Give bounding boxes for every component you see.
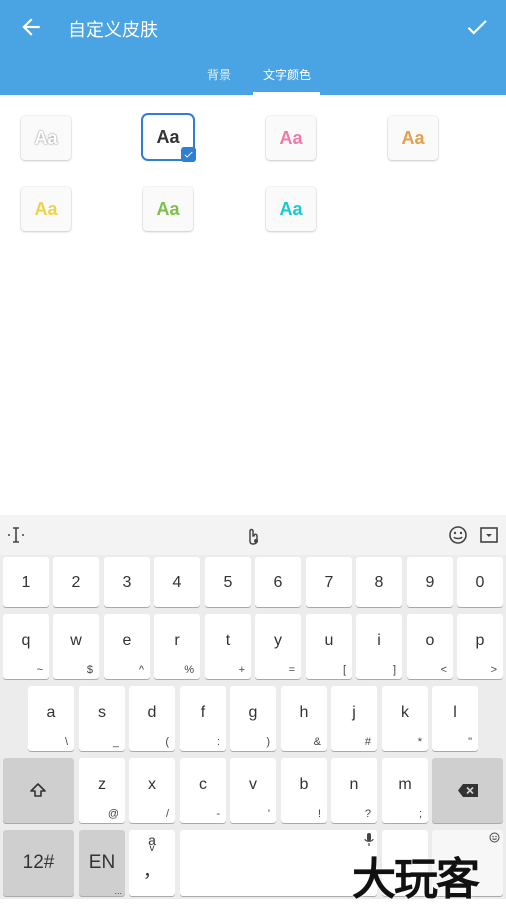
tab-bar: 背景 文字颜色 — [0, 60, 506, 95]
key-n[interactable]: n? — [331, 758, 377, 823]
key-y[interactable]: y = — [255, 614, 301, 679]
key-x[interactable]: x / — [129, 758, 175, 823]
key-l[interactable]: l " — [432, 686, 478, 751]
key-5[interactable]: 5 — [205, 557, 251, 607]
key-j[interactable]: j # — [331, 686, 377, 751]
key-h[interactable]: h & — [281, 686, 327, 751]
swatch-pink[interactable]: Aa — [266, 116, 316, 160]
swatch-cyan[interactable]: Aa — [266, 187, 316, 231]
language-key[interactable]: EN ... — [79, 830, 125, 896]
swatch-white[interactable]: Aa — [21, 116, 71, 160]
handwriting-icon[interactable] — [242, 524, 264, 546]
emoji-corner-icon — [489, 832, 500, 843]
color-swatch-grid: Aa Aa Aa Aa Aa Aa Aa — [0, 95, 506, 515]
key-p[interactable]: p > — [457, 614, 503, 679]
page-title: 自定义皮肤 — [68, 20, 158, 41]
key-k[interactable]: k * — [382, 686, 428, 751]
key-s[interactable]: s _ — [79, 686, 125, 751]
selected-check-icon — [181, 147, 196, 162]
key-d[interactable]: d( — [129, 686, 175, 751]
hide-keyboard-icon[interactable] — [478, 524, 500, 546]
arrow-left-icon[interactable] — [18, 14, 44, 40]
key-b[interactable]: b! — [281, 758, 327, 823]
check-icon[interactable] — [464, 14, 490, 40]
space-key[interactable] — [180, 830, 377, 896]
key-f[interactable]: f: — [180, 686, 226, 751]
backspace-key[interactable] — [432, 758, 503, 823]
key-i[interactable]: i] — [356, 614, 402, 679]
key-r[interactable]: r% — [154, 614, 200, 679]
key-0[interactable]: 0 — [457, 557, 503, 607]
keyboard-toolbar — [0, 515, 506, 555]
keyboard: 1 2 3 4 5 6 7 8 9 0 q ~ w $ e ^ r% t + y = u[… — [0, 515, 506, 899]
swatch-dark[interactable]: Aa — [143, 115, 196, 162]
emoji-icon[interactable] — [447, 524, 469, 546]
key-3[interactable]: 3 — [104, 557, 150, 607]
swatch-yellow[interactable]: Aa — [21, 187, 71, 231]
symbols-key[interactable]: 12# — [3, 830, 74, 896]
key-t[interactable]: t + — [205, 614, 251, 679]
watermark-logo: 大玩客 — [352, 854, 480, 905]
key-o[interactable]: o < — [407, 614, 453, 679]
backspace-icon — [458, 784, 478, 797]
key-m[interactable]: m; — [382, 758, 428, 823]
key-z[interactable]: z @ — [79, 758, 125, 823]
key-2[interactable]: 2 — [53, 557, 99, 607]
key-9[interactable]: 9 — [407, 557, 453, 607]
key-4[interactable]: 4 — [154, 557, 200, 607]
key-a[interactable]: a \ — [28, 686, 74, 751]
key-w[interactable]: w $ — [53, 614, 99, 679]
shift-icon — [30, 783, 46, 797]
key-6[interactable]: 6 — [255, 557, 301, 607]
key-g[interactable]: g) — [230, 686, 276, 751]
tab-text-color[interactable]: 文字颜色 — [263, 66, 311, 83]
cursor-icon[interactable] — [5, 524, 27, 546]
key-1[interactable]: 1 — [3, 557, 49, 607]
swatch-orange[interactable]: Aa — [388, 116, 438, 160]
key-q[interactable]: q ~ — [3, 614, 49, 679]
app-bar: 自定义皮肤 背景 文字颜色 — [0, 0, 506, 95]
key-u[interactable]: u[ — [306, 614, 352, 679]
key-v[interactable]: v ' — [230, 758, 276, 823]
shift-key[interactable] — [3, 758, 74, 823]
key-e[interactable]: e ^ — [104, 614, 150, 679]
key-8[interactable]: 8 — [356, 557, 402, 607]
key-c[interactable]: c- — [180, 758, 226, 823]
punctuation-key[interactable]: a v ， — [129, 830, 175, 896]
swatch-green[interactable]: Aa — [143, 187, 193, 231]
tab-background[interactable]: 背景 — [207, 66, 231, 83]
key-7[interactable]: 7 — [306, 557, 352, 607]
